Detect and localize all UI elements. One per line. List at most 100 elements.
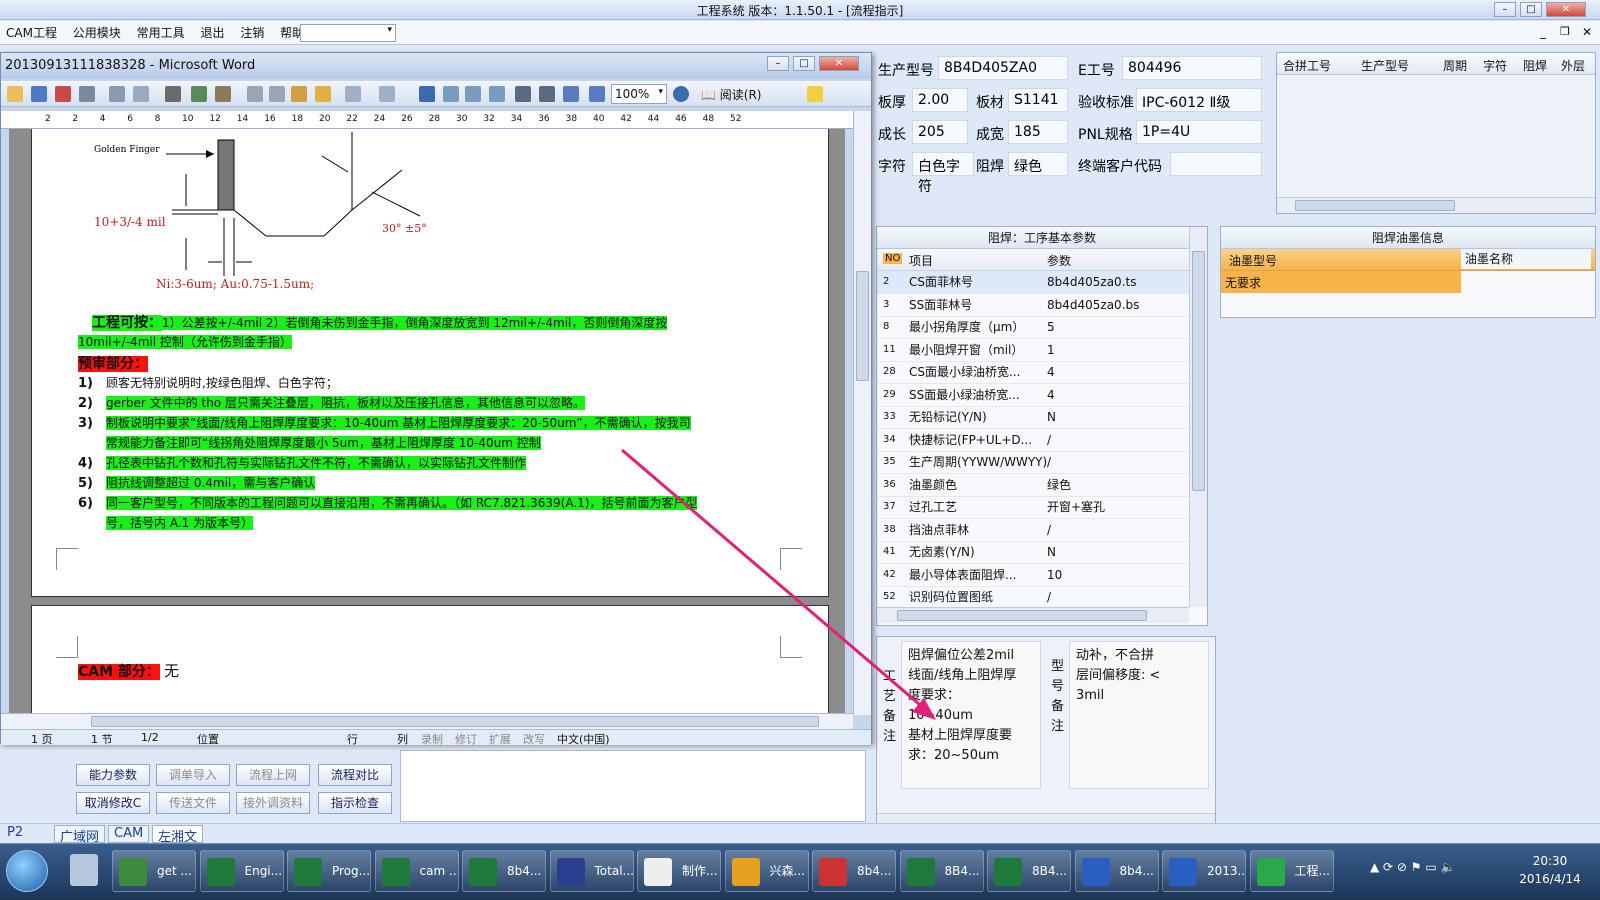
paste-icon[interactable] [291, 86, 307, 102]
cut-icon[interactable] [247, 86, 263, 102]
taskbar-item[interactable]: 2013... [1162, 850, 1246, 892]
print-preview-icon[interactable] [109, 86, 125, 102]
param-row[interactable]: 8 最小拐角厚度（μm） 5 [877, 316, 1189, 339]
param-row[interactable]: 34 快捷标记(FP+UL+D... / [877, 429, 1189, 452]
std-field[interactable]: IPC-6012 Ⅱ级 [1136, 88, 1262, 112]
ink-row[interactable]: 无要求 [1221, 271, 1461, 293]
col-header[interactable]: 阻焊 [1523, 57, 1547, 74]
mdi-close-icon[interactable]: ✕ [1582, 25, 1592, 39]
word-minimize-button[interactable]: – [767, 56, 789, 71]
redo-icon[interactable] [379, 86, 395, 102]
col-header[interactable]: 参数 [1047, 252, 1071, 269]
pnl-field[interactable]: 1P=4U [1136, 120, 1262, 144]
show-hide-icon[interactable] [589, 86, 605, 102]
taskbar-item[interactable]: Prog... [287, 850, 371, 892]
wid-field[interactable]: 185 [1008, 120, 1068, 144]
model-note-box[interactable]: 动补，不合拼 层间偏移度: < 3mil [1069, 641, 1209, 789]
col-header[interactable]: 油墨名称 [1461, 249, 1591, 269]
menu-combo[interactable]: ▾ [300, 24, 396, 42]
word-maximize-button[interactable]: □ [793, 56, 815, 71]
hyperlink-icon[interactable] [419, 86, 435, 102]
params-vscroll[interactable] [1189, 227, 1207, 607]
columns-icon[interactable] [515, 86, 531, 102]
status-ext[interactable]: 扩展 [489, 731, 511, 747]
scroll-thumb[interactable] [856, 271, 869, 381]
zoom-icon[interactable] [133, 86, 149, 102]
tab-wan[interactable]: 广域网 [54, 825, 106, 845]
start-button[interactable] [6, 850, 48, 892]
scroll-thumb[interactable] [897, 610, 1147, 621]
taskbar-item[interactable]: 工程... [1249, 850, 1334, 892]
param-row[interactable]: 38 挡油点菲林 / [877, 519, 1189, 542]
sm-field[interactable]: 绿色 [1008, 152, 1068, 176]
col-header[interactable]: 合拼工号 [1283, 57, 1331, 74]
model-field[interactable]: 8B4D405ZA0 [938, 56, 1068, 80]
menu-cam[interactable]: CAM工程 [0, 21, 63, 45]
read-button[interactable]: 📖 阅读(R) [701, 86, 761, 103]
insert-table-icon[interactable] [465, 86, 481, 102]
col-header[interactable]: 周期 [1443, 57, 1467, 74]
traditional-icon[interactable] [165, 86, 181, 102]
save-icon[interactable] [31, 86, 47, 102]
cust-field[interactable] [1170, 152, 1262, 176]
tab-user[interactable]: 左湘文 [152, 825, 204, 845]
scroll-thumb[interactable] [1295, 200, 1455, 211]
word-close-button[interactable]: ✕ [819, 56, 859, 71]
zoom-select[interactable]: 100% ▾ [611, 84, 667, 104]
taskbar-item[interactable]: 8B4... [899, 850, 984, 892]
param-row[interactable]: 52 识别码位置图纸 / [877, 586, 1189, 605]
import-button[interactable]: 调单导入 [156, 764, 230, 786]
capability-button[interactable]: 能力参数 [76, 764, 150, 786]
minimize-button[interactable]: – [1494, 2, 1516, 17]
params-hscroll[interactable] [877, 607, 1189, 623]
taskbar-item[interactable]: 8b4... [1074, 850, 1159, 892]
undo-icon[interactable] [345, 86, 361, 102]
menu-tools[interactable]: 常用工具 [131, 21, 191, 45]
param-row[interactable]: 2 CS面菲林号 8b4d405za0.ts [877, 271, 1189, 294]
mdi-min-icon[interactable]: _ [1540, 25, 1546, 39]
help-icon[interactable] [673, 86, 689, 102]
process-note-box[interactable]: 阻焊偏位公差2mil 线面/线角上阻焊厚 度要求： 10~40um 基材上阻焊厚… [901, 641, 1041, 789]
char-field[interactable]: 白色字符 [912, 152, 974, 195]
taskbar-item[interactable]: get ... [112, 850, 196, 892]
flow-compare-button[interactable]: 流程对比 [318, 764, 392, 786]
param-row[interactable]: 11 最小阻焊开窗（mil） 1 [877, 339, 1189, 362]
ruler[interactable]: 2 2 4 6 8 10 12 14 16 18 20 22 24 26 28 30 32 34 36 38 40 42 4… [1, 111, 853, 129]
taskbar-item[interactable]: 制作... [637, 850, 721, 892]
status-rev[interactable]: 修订 [455, 731, 477, 747]
thick-field[interactable]: 2.00 [912, 88, 968, 112]
param-row[interactable]: 37 过孔工艺 开窗+塞孔 [877, 496, 1189, 519]
menu-exit[interactable]: 退出 [194, 21, 230, 45]
col-header[interactable]: 生产型号 [1361, 57, 1409, 74]
col-header[interactable]: NO [883, 253, 903, 264]
log-box[interactable] [400, 750, 866, 822]
cancel-edit-button[interactable]: 取消修改C [76, 792, 150, 814]
calculator-icon[interactable] [70, 854, 98, 886]
tables-icon[interactable] [443, 86, 459, 102]
pdf-icon[interactable] [55, 86, 71, 102]
mat-field[interactable]: S1141 [1008, 88, 1068, 112]
taskbar-item[interactable]: 8b4... [812, 850, 896, 892]
maximize-button[interactable]: □ [1520, 2, 1542, 17]
taskbar-item[interactable]: Engi... [199, 850, 284, 892]
param-row[interactable]: 3 SS面菲林号 8b4d405za0.bs [877, 294, 1189, 317]
excel-icon[interactable] [489, 86, 505, 102]
combine-hscroll[interactable] [1277, 197, 1595, 213]
flow-online-button[interactable]: 流程上网 [236, 764, 310, 786]
word-vscroll[interactable] [853, 111, 871, 715]
eno-field[interactable]: 804496 [1122, 56, 1262, 80]
drawing-icon[interactable] [539, 86, 555, 102]
scroll-thumb[interactable] [91, 716, 819, 727]
col-header[interactable]: 油墨型号 [1229, 252, 1277, 269]
tab-p2[interactable]: P2 [2, 825, 28, 843]
taskbar-item[interactable]: Total... [549, 850, 634, 892]
menu-public[interactable]: 公用模块 [67, 21, 127, 45]
col-header[interactable]: 外层 [1561, 57, 1585, 74]
doc-map-icon[interactable] [563, 86, 579, 102]
mdi-restore-icon[interactable]: ❐ [1560, 25, 1570, 38]
param-row[interactable]: 36 油墨颜色 绿色 [877, 474, 1189, 497]
status-ovr[interactable]: 改写 [523, 731, 545, 747]
instruction-check-button[interactable]: 指示检查 [318, 792, 392, 814]
param-row[interactable]: 42 最小导体表面阻焊... 10 [877, 564, 1189, 587]
send-file-button[interactable]: 传送文件 [156, 792, 230, 814]
